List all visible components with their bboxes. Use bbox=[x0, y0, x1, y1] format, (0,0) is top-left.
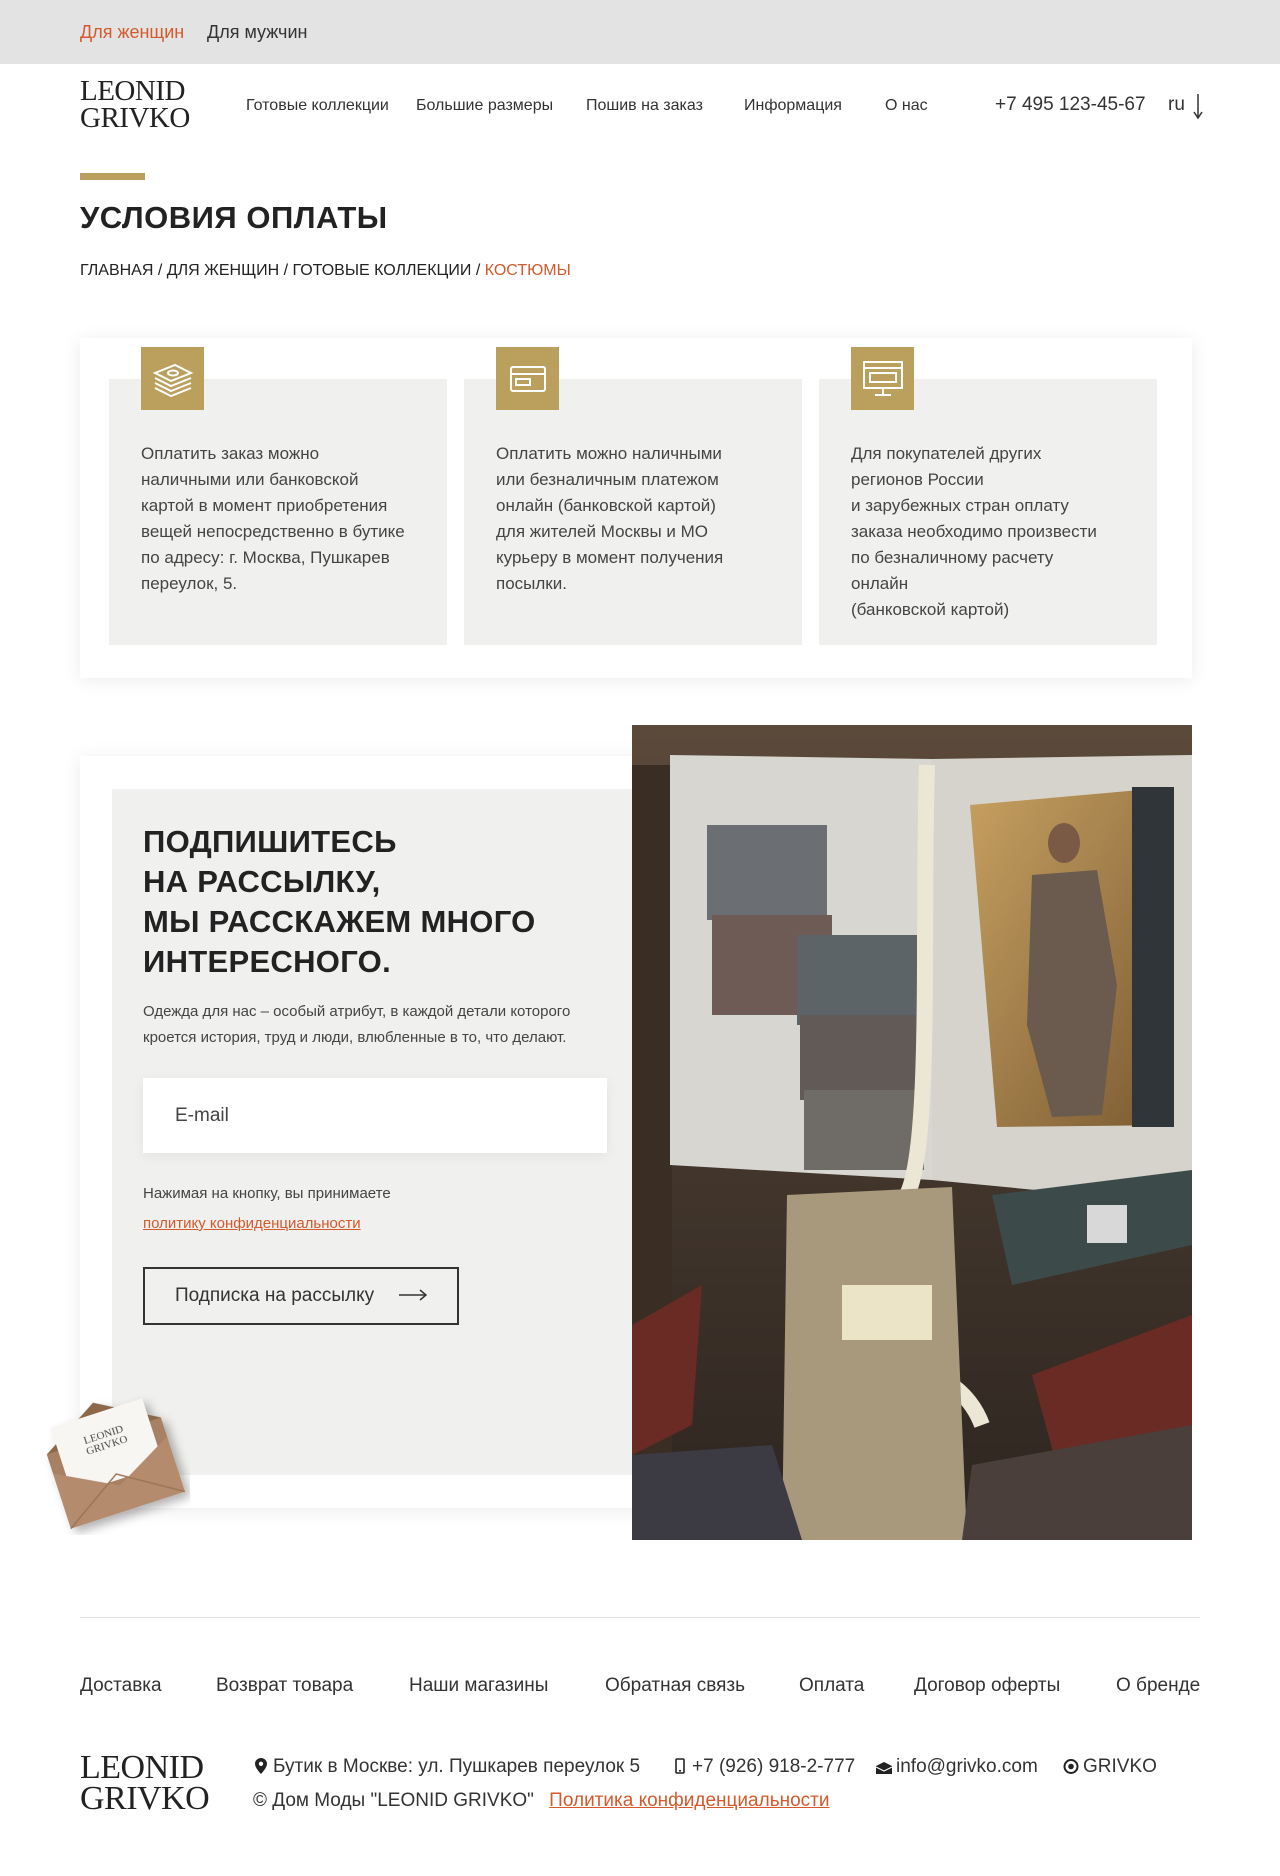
location-pin-icon bbox=[255, 1758, 267, 1774]
footer-email-text: info@grivko.com bbox=[896, 1756, 1038, 1777]
language-selector[interactable]: ru bbox=[1168, 94, 1185, 116]
nav-about[interactable]: О нас bbox=[885, 97, 928, 115]
footer-link-feedback[interactable]: Обратная связь bbox=[605, 1675, 745, 1697]
logo-line-1: LEONID bbox=[80, 75, 185, 107]
nav-information[interactable]: Информация bbox=[744, 97, 842, 115]
brand-logo[interactable]: LEONID GRIVKO bbox=[80, 75, 190, 134]
subscribe-description: Одежда для нас – особый атрибут, в каждо… bbox=[143, 1003, 571, 1046]
footer-address: Бутик в Москве: ул. Пушкарев переулок 5 bbox=[253, 1756, 640, 1778]
footer-copyright: © Дом Моды "LEONID GRIVKO" bbox=[253, 1790, 534, 1811]
arrow-down-icon[interactable] bbox=[1192, 92, 1204, 120]
footer-policy-link[interactable]: Политика конфиденциальности bbox=[549, 1790, 829, 1811]
breadcrumb-collections[interactable]: ГОТОВЫЕ КОЛЛЕКЦИИ bbox=[292, 262, 471, 279]
footer-link-delivery[interactable]: Доставка bbox=[80, 1675, 162, 1697]
computer-monitor-icon bbox=[851, 347, 914, 410]
envelope-mail-icon bbox=[876, 1762, 892, 1774]
gender-women-link[interactable]: Для женщин bbox=[80, 22, 184, 43]
subscribe-title-line: МЫ РАССКАЖЕМ МНОГО bbox=[143, 904, 536, 939]
instagram-icon bbox=[1063, 1759, 1079, 1774]
bank-card-icon bbox=[496, 347, 559, 410]
page-title: УСЛОВИЯ ОПЛАТЫ bbox=[80, 200, 388, 235]
breadcrumb: ГЛАВНАЯ / ДЛЯ ЖЕНЩИН / ГОТОВЫЕ КОЛЛЕКЦИИ… bbox=[80, 262, 571, 280]
footer-phone-text: +7 (926) 918-2-777 bbox=[692, 1756, 856, 1777]
breadcrumb-current: КОСТЮМЫ bbox=[484, 262, 571, 279]
payment-text-boutique: Оплатить заказ можно наличными или банко… bbox=[141, 444, 405, 593]
logo-line-2: GRIVKO bbox=[80, 1780, 210, 1818]
subscribe-button-label: Подписка на рассылку bbox=[175, 1285, 375, 1306]
cash-stack-icon bbox=[141, 347, 204, 410]
payment-text-online: Для покупателей других регионов России и… bbox=[851, 444, 1097, 619]
footer-link-brand[interactable]: О бренде bbox=[1116, 1675, 1200, 1697]
footer-divider bbox=[80, 1617, 1200, 1618]
nav-tailoring[interactable]: Пошив на заказ bbox=[586, 97, 703, 115]
header-phone[interactable]: +7 495 123-45-67 bbox=[995, 94, 1146, 116]
nav-plus-sizes[interactable]: Большие размеры bbox=[416, 97, 553, 115]
footer-social-text: GRIVKO bbox=[1083, 1756, 1157, 1777]
footer-email[interactable]: info@grivko.com bbox=[876, 1756, 1038, 1778]
breadcrumb-separator: / bbox=[279, 262, 293, 279]
footer-link-stores[interactable]: Наши магазины bbox=[409, 1675, 548, 1697]
email-field[interactable] bbox=[143, 1078, 607, 1153]
footer-link-payment[interactable]: Оплата bbox=[799, 1675, 864, 1697]
footer-link-returns[interactable]: Возврат товара bbox=[216, 1675, 353, 1697]
fabric-catalog-photo bbox=[632, 725, 1192, 1540]
nav-ready-collections[interactable]: Готовые коллекции bbox=[246, 97, 389, 115]
footer-brand-logo[interactable]: LEONID GRIVKO bbox=[80, 1749, 210, 1818]
envelope-logo-image: LEONID GRIVKO bbox=[46, 1398, 186, 1530]
footer-phone[interactable]: +7 (926) 918-2-777 bbox=[672, 1756, 855, 1778]
payment-text-courier: Оплатить можно наличными или безналичным… bbox=[496, 444, 724, 593]
subscribe-title-line: НА РАССЫЛКУ, bbox=[143, 864, 381, 899]
gender-switch-bar: Для женщин Для мужчин bbox=[0, 0, 1280, 64]
subscribe-title: ПОДПИШИТЕСЬ НА РАССЫЛКУ, МЫ РАССКАЖЕМ МН… bbox=[143, 822, 613, 982]
mobile-phone-icon bbox=[675, 1758, 685, 1774]
subscribe-title-line: ИНТЕРЕСНОГО. bbox=[143, 944, 392, 979]
consent-text: Нажимая на кнопку, вы принимаете bbox=[143, 1185, 391, 1202]
breadcrumb-separator: / bbox=[153, 262, 167, 279]
logo-line-1: LEONID bbox=[80, 1749, 204, 1786]
footer-link-offer[interactable]: Договор оферты bbox=[914, 1675, 1060, 1697]
logo-line-2: GRIVKO bbox=[80, 101, 190, 134]
footer-copyright-row: © Дом Моды "LEONID GRIVKO" Политика конф… bbox=[253, 1790, 829, 1812]
breadcrumb-home[interactable]: ГЛАВНАЯ bbox=[80, 262, 153, 279]
footer-social[interactable]: GRIVKO bbox=[1063, 1756, 1157, 1778]
breadcrumb-women[interactable]: ДЛЯ ЖЕНЩИН bbox=[167, 262, 279, 279]
site-header: LEONID GRIVKO Готовые коллекции Большие … bbox=[0, 64, 1280, 144]
subscribe-title-line: ПОДПИШИТЕСЬ bbox=[143, 824, 397, 859]
privacy-policy-link[interactable]: политику конфиденциальности bbox=[143, 1215, 361, 1232]
breadcrumb-separator: / bbox=[471, 262, 485, 279]
title-accent-bar bbox=[80, 173, 145, 180]
subscribe-button[interactable]: Подписка на рассылку bbox=[143, 1267, 459, 1325]
arrow-right-icon bbox=[399, 1289, 427, 1301]
gender-men-link[interactable]: Для мужчин bbox=[207, 22, 307, 43]
footer-address-text: Бутик в Москве: ул. Пушкарев переулок 5 bbox=[273, 1756, 641, 1777]
